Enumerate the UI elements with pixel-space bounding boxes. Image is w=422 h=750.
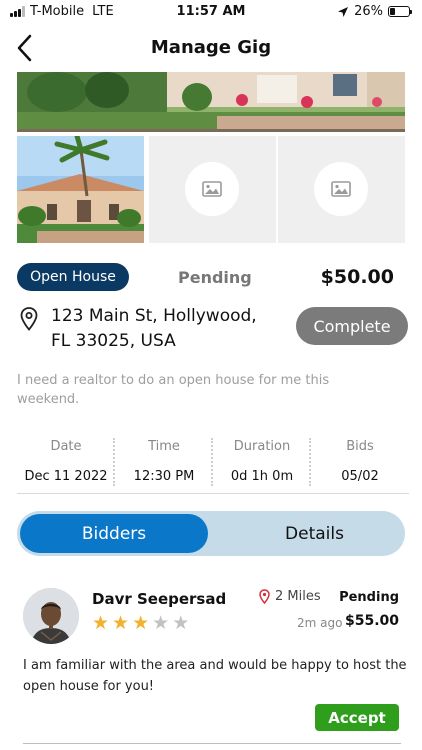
stat-label: Duration	[233, 439, 291, 454]
stat-value: Dec 11 2022	[24, 469, 108, 484]
location-pin-icon	[20, 307, 38, 331]
stat-label: Date	[50, 439, 82, 454]
accept-button[interactable]: Accept	[315, 704, 399, 731]
gig-photo-placeholder-3[interactable]	[278, 136, 405, 243]
gig-main-photo[interactable]	[17, 72, 405, 132]
bidder-avatar[interactable]	[23, 588, 79, 644]
stat-date: Date Dec 11 2022	[17, 436, 115, 488]
gig-price: $50.00	[320, 266, 394, 288]
person-photo	[23, 588, 79, 644]
stat-label: Bids	[346, 439, 374, 454]
nav-bar: Manage Gig	[0, 24, 422, 72]
divider	[23, 743, 401, 744]
house-photo	[17, 72, 405, 132]
battery-icon	[388, 6, 412, 17]
bid-price: $55.00	[344, 613, 399, 629]
bid-message: I am familiar with the area and would be…	[23, 658, 407, 694]
stat-value: 0d 1h 0m	[230, 469, 294, 484]
star-icon: ★	[112, 612, 130, 634]
house-photo	[17, 136, 144, 243]
image-icon	[331, 181, 351, 197]
stat-value: 12:30 PM	[133, 469, 195, 484]
divider	[17, 493, 409, 494]
gig-photo-placeholder-2[interactable]	[149, 136, 276, 243]
status-bar: T-Mobile LTE 11:57 AM 26%	[0, 0, 422, 24]
gig-status: Pending	[178, 268, 252, 287]
stat-label: Time	[148, 439, 180, 454]
image-icon	[202, 181, 222, 197]
page-title: Manage Gig	[150, 37, 272, 58]
bidder-name: Davr Seepersad	[92, 590, 227, 608]
tab-details[interactable]: Details	[227, 514, 402, 553]
address-line-1: 123 Main St, Hollywood,	[51, 306, 257, 326]
distance-text: 2 Miles	[275, 589, 321, 604]
star-icon: ★	[152, 612, 170, 634]
bidders-details-tabs: Bidders Details	[17, 511, 405, 556]
bid-time-ago: 2m ago	[297, 616, 343, 630]
status-right: 26%	[337, 4, 412, 19]
tab-bidders[interactable]: Bidders	[20, 514, 208, 553]
gig-photo-thumb-1[interactable]	[17, 136, 144, 243]
stat-time: Time 12:30 PM	[115, 436, 213, 488]
bid-status: Pending	[339, 590, 399, 605]
star-icon: ★	[132, 612, 150, 634]
location-pin-icon	[259, 589, 270, 604]
location-arrow-icon	[338, 6, 349, 17]
bidder-distance: 2 Miles	[259, 589, 321, 604]
stat-duration: Duration 0d 1h 0m	[213, 436, 311, 488]
complete-button[interactable]: Complete	[296, 307, 408, 345]
star-icon: ★	[172, 612, 190, 634]
star-icon: ★	[92, 612, 110, 634]
address-line-2: FL 33025, USA	[51, 331, 176, 351]
stat-bids: Bids 05/02	[311, 436, 409, 488]
bidder-rating: ★ ★ ★ ★ ★	[92, 612, 189, 634]
gig-type-badge: Open House	[17, 263, 129, 291]
battery-percent: 26%	[354, 4, 383, 19]
gig-stats: Date Dec 11 2022 Time 12:30 PM Duration …	[17, 436, 409, 488]
gig-description: I need a realtor to do an open house for…	[17, 373, 330, 407]
stat-value: 05/02	[341, 469, 379, 484]
gig-address: 123 Main St, Hollywood, FL 33025, USA	[51, 304, 281, 354]
